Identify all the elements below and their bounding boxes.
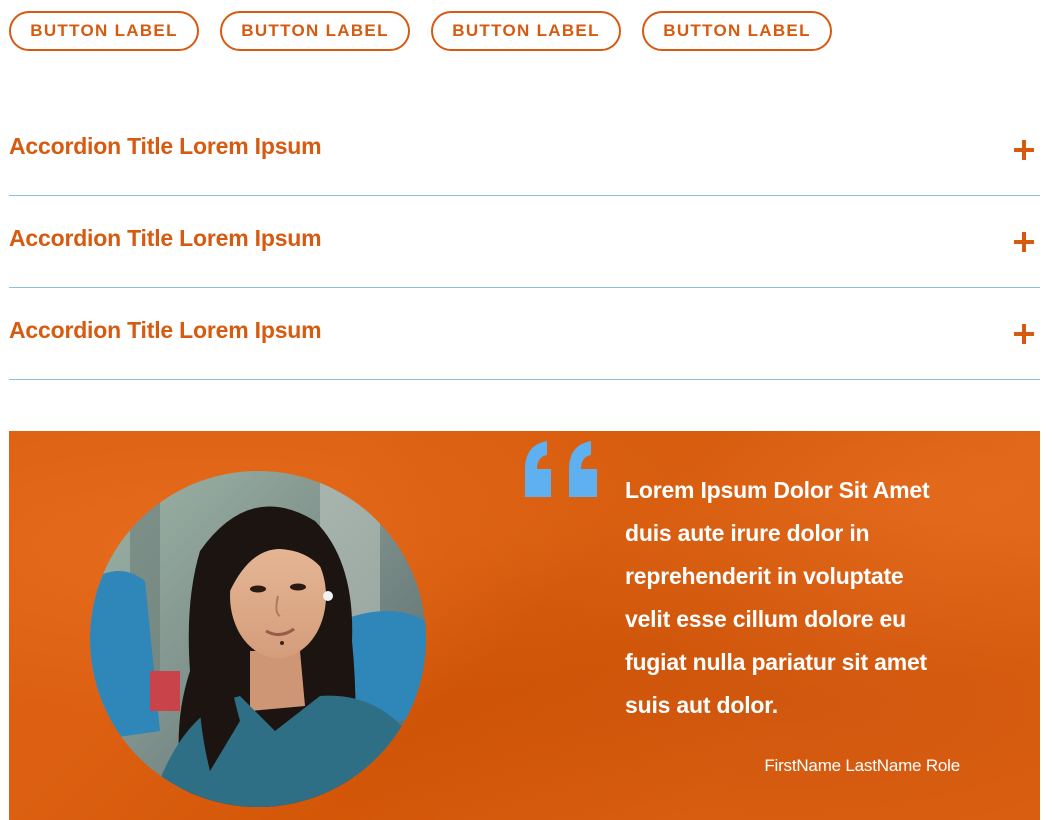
quote-text: Lorem Ipsum Dolor Sit Amet duis aute iru…: [625, 469, 985, 727]
accordion-item-1[interactable]: Accordion Title Lorem Ipsum: [9, 104, 1040, 196]
quote-line: reprehenderit in voluptate: [625, 563, 904, 589]
accordion-title: Accordion Title Lorem Ipsum: [9, 225, 322, 251]
quote-line: velit esse cillum dolore eu: [625, 606, 906, 632]
quote-icon: [525, 441, 601, 501]
pill-button-2[interactable]: BUTTON LABEL: [220, 11, 410, 51]
button-row: BUTTON LABEL BUTTON LABEL BUTTON LABEL B…: [9, 11, 832, 51]
quote-line: duis aute irure dolor in: [625, 520, 870, 546]
page: BUTTON LABEL BUTTON LABEL BUTTON LABEL B…: [0, 0, 1052, 820]
plus-icon[interactable]: [1014, 232, 1034, 252]
quote-line: Lorem Ipsum Dolor Sit Amet: [625, 477, 930, 503]
avatar-photo: [90, 471, 426, 807]
testimonial-section: Lorem Ipsum Dolor Sit Amet duis aute iru…: [9, 431, 1040, 820]
accordion-item-3[interactable]: Accordion Title Lorem Ipsum: [9, 288, 1040, 380]
accordion-title: Accordion Title Lorem Ipsum: [9, 317, 322, 343]
accordion-item-2[interactable]: Accordion Title Lorem Ipsum: [9, 196, 1040, 288]
quote-line: suis aut dolor.: [625, 692, 778, 718]
accordion-title: Accordion Title Lorem Ipsum: [9, 133, 322, 159]
pill-button-4[interactable]: BUTTON LABEL: [642, 11, 832, 51]
quote-line: fugiat nulla pariatur sit amet: [625, 649, 927, 675]
pill-button-1[interactable]: BUTTON LABEL: [9, 11, 199, 51]
pill-button-3[interactable]: BUTTON LABEL: [431, 11, 621, 51]
accordion: Accordion Title Lorem Ipsum Accordion Ti…: [9, 104, 1040, 380]
quote-author: FirstName LastName Role: [764, 756, 960, 775]
plus-icon[interactable]: [1014, 324, 1034, 344]
plus-icon[interactable]: [1014, 140, 1034, 160]
